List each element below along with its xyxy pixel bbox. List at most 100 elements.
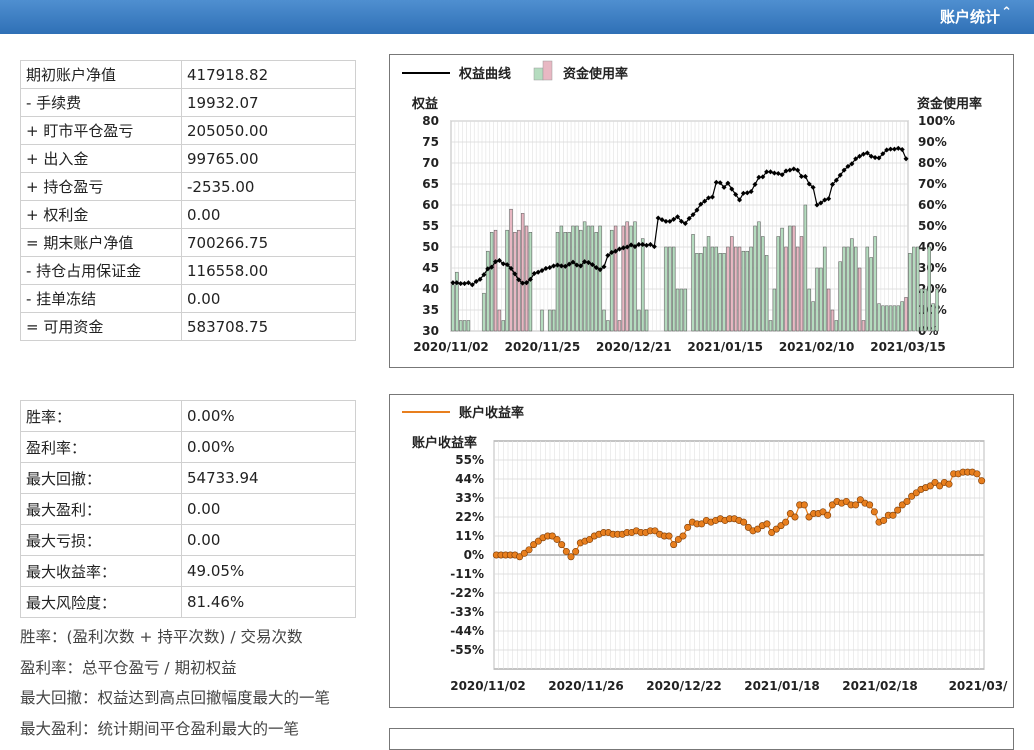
usage-bar xyxy=(788,225,792,332)
usage-bar xyxy=(826,288,831,332)
usage-bar xyxy=(579,229,583,332)
return-point xyxy=(525,546,533,554)
return-point xyxy=(852,501,860,509)
usage-bar xyxy=(733,246,738,332)
row-label: 期初账户净值 xyxy=(20,60,182,89)
y-tick-label: 30 xyxy=(422,324,439,338)
y2-tick-label: 40% xyxy=(918,240,947,254)
return-point xyxy=(866,501,874,509)
usage-bar xyxy=(505,229,509,332)
table-row: = 期末账户净值 700266.75 xyxy=(20,228,356,257)
return-point xyxy=(870,508,878,516)
row-label: + 持仓盈亏 xyxy=(20,172,182,201)
row-label: - 手续费 xyxy=(20,88,182,117)
row-value: 0.00 xyxy=(181,524,356,556)
usage-bar xyxy=(795,246,800,332)
usage-bar xyxy=(629,225,633,332)
usage-bar xyxy=(772,288,777,332)
row-label: 最大亏损： xyxy=(20,524,182,556)
return-point xyxy=(665,532,673,540)
usage-bar xyxy=(792,225,796,332)
usage-bar xyxy=(834,320,839,332)
usage-bar xyxy=(641,238,645,332)
table-row: 最大亏损： 0.00 xyxy=(20,524,356,556)
table-row: 盈利率： 0.00% xyxy=(20,431,356,463)
y-tick-label: 35 xyxy=(422,303,439,317)
y-tick-label: 22% xyxy=(455,510,484,524)
usage-bar xyxy=(520,213,525,332)
y2-tick-label: 60% xyxy=(918,198,947,212)
usage-bar xyxy=(695,253,699,332)
y-tick-label: -22% xyxy=(450,586,484,600)
row-label: - 挂单冻结 xyxy=(20,284,182,313)
x-tick-label: 2020/11/02 xyxy=(413,340,489,354)
table-row: 期初账户净值 417918.82 xyxy=(20,60,356,89)
account-summary-table: 期初账户净值 417918.82- 手续费 19932.07 + 盯市平仓盈亏 2050… xyxy=(20,60,356,341)
row-label: + 权利金 xyxy=(20,200,182,229)
usage-bar xyxy=(602,309,606,332)
usage-bar xyxy=(900,301,904,332)
y-tick-label: -11% xyxy=(450,567,484,581)
usage-bar xyxy=(575,225,579,332)
usage-bar xyxy=(462,320,467,332)
legend-label: 资金使用率 xyxy=(563,66,628,82)
row-value: 19932.07 xyxy=(181,88,356,117)
return-point xyxy=(903,497,911,505)
return-point xyxy=(782,518,790,526)
y-tick-label: 55 xyxy=(422,219,439,233)
usage-bar xyxy=(757,221,761,332)
table-row: - 手续费 19932.07 xyxy=(20,88,356,117)
row-label: = 可用资金 xyxy=(20,312,182,341)
usage-bar xyxy=(857,267,862,332)
return-point xyxy=(679,532,687,540)
usage-bar xyxy=(625,221,629,332)
y2-tick-label: 50% xyxy=(918,219,947,233)
performance-table: 胜率： 0.00% 盈利率： 0.00% 最大回撤： 54733.94 最大盈利： 0.00 最… xyxy=(20,400,356,618)
row-label: 胜率： xyxy=(20,400,182,432)
usage-bar xyxy=(598,225,602,332)
return-point xyxy=(824,511,832,519)
row-value: 0.00% xyxy=(181,431,356,463)
usage-bar xyxy=(741,250,746,332)
usage-bar xyxy=(776,236,780,332)
usage-bar xyxy=(919,288,924,332)
y2-tick-label: 30% xyxy=(918,261,947,275)
row-value: 49.05% xyxy=(181,555,356,587)
row-value: -2535.00 xyxy=(181,172,356,201)
return-point xyxy=(973,470,981,478)
usage-bar xyxy=(737,246,742,332)
usage-bar xyxy=(610,229,614,332)
y-axis-title: 权益 xyxy=(411,96,438,112)
usage-bar xyxy=(753,225,757,332)
legend-bar-swatch xyxy=(542,60,553,81)
row-label: 盈利率： xyxy=(20,431,182,463)
y-tick-label: -55% xyxy=(450,643,484,657)
y-tick-label: -44% xyxy=(450,624,484,638)
double-chevron-up-icon[interactable]: ⌃ xyxy=(1001,5,1012,20)
note-line: 最大回撤：权益达到高点回撤幅度最大的一笔 xyxy=(20,689,331,707)
return-point xyxy=(740,518,748,526)
row-value: 700266.75 xyxy=(181,228,356,257)
usage-bar xyxy=(803,204,808,332)
usage-bar xyxy=(489,232,494,332)
usage-bar xyxy=(935,288,939,332)
section-title: 账户统计 xyxy=(939,8,1000,26)
usage-bar xyxy=(617,320,622,332)
usage-bar xyxy=(745,250,749,332)
usage-bar xyxy=(730,236,734,332)
x-tick-label: 2020/11/02 xyxy=(450,679,526,693)
table-row: 最大收益率： 49.05% xyxy=(20,555,356,587)
y2-axis-title: 资金使用率 xyxy=(917,96,982,112)
usage-bar xyxy=(458,320,463,332)
x-tick-label: 2021/01/15 xyxy=(687,340,763,354)
table-row: 最大风险度： 81.46% xyxy=(20,586,356,618)
row-label: 最大盈利： xyxy=(20,493,182,525)
y-tick-label: 33% xyxy=(455,491,484,505)
usage-bar xyxy=(451,284,455,332)
table-row: 胜率： 0.00% xyxy=(20,400,356,432)
row-value: 0.00% xyxy=(181,400,356,432)
row-value: 81.46% xyxy=(181,586,356,618)
table-row: + 持仓盈亏 -2535.00 xyxy=(20,172,356,201)
y-tick-label: 0% xyxy=(464,548,484,562)
usage-bar xyxy=(633,221,637,332)
